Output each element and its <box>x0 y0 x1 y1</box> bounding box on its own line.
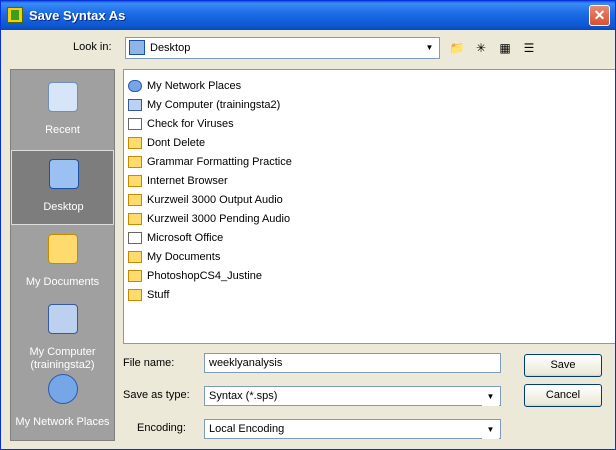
network-icon <box>128 80 142 93</box>
list-item[interactable]: Check for Viruses <box>128 116 234 132</box>
app-icon <box>128 118 142 131</box>
shortcut-icon <box>128 213 142 226</box>
app-icon <box>7 7 23 23</box>
list-item-label: Microsoft Office <box>147 232 224 244</box>
list-item-label: Check for Viruses <box>147 118 234 130</box>
encoding-label: Encoding: <box>137 422 186 434</box>
window-title: Save Syntax As <box>29 8 126 23</box>
chevron-down-icon[interactable]: ▼ <box>482 421 499 439</box>
list-item[interactable]: My Documents <box>128 249 220 265</box>
computer-icon <box>48 304 78 334</box>
list-item-label: My Computer (trainingsta2) <box>147 99 281 111</box>
lookin-dropdown[interactable]: Desktop ▼ <box>125 37 440 59</box>
lookin-value: Desktop <box>150 42 191 54</box>
place-my-computer[interactable]: My Computer (trainingsta2) <box>11 296 114 371</box>
list-item[interactable]: Microsoft Office <box>128 230 223 246</box>
view-thumbnails-icon[interactable]: ▦ <box>496 39 514 57</box>
network-icon <box>48 374 78 404</box>
list-item[interactable]: My Computer (trainingsta2) <box>128 97 280 113</box>
list-item[interactable]: Dont Delete <box>128 135 205 151</box>
folder-icon <box>128 137 142 150</box>
filename-input[interactable]: weeklyanalysis <box>204 353 501 373</box>
place-my-documents[interactable]: My Documents <box>11 226 114 301</box>
savetype-dropdown[interactable]: Syntax (*.sps) ▼ <box>204 386 501 406</box>
list-item[interactable]: PhotoshopCS4_Justine <box>128 268 262 284</box>
list-item[interactable]: My Network Places <box>128 78 241 94</box>
filename-value: weeklyanalysis <box>209 357 283 369</box>
place-label: Recent <box>45 124 80 136</box>
close-button[interactable]: ✕ <box>589 5 610 26</box>
file-list[interactable]: My Network Places My Computer (trainings… <box>123 69 615 344</box>
desktop-icon <box>129 40 145 55</box>
folder-icon <box>128 251 142 264</box>
list-item-label: PhotoshopCS4_Justine <box>147 270 262 282</box>
list-item-label: My Documents <box>147 251 221 263</box>
chevron-down-icon[interactable]: ▼ <box>482 388 499 406</box>
place-label: Desktop <box>43 201 84 213</box>
list-item[interactable]: Internet Browser <box>128 173 228 189</box>
up-folder-icon[interactable]: 📁 <box>448 39 466 57</box>
place-my-network[interactable]: My Network Places <box>11 366 114 441</box>
lookin-label: Look in: <box>73 41 112 53</box>
list-item-label: Kurzweil 3000 Output Audio <box>147 194 283 206</box>
title-bar: Save Syntax As ✕ <box>1 1 615 30</box>
computer-icon <box>128 99 142 112</box>
save-dialog: Save Syntax As ✕ Look in: Desktop ▼ 📁 ✳ … <box>0 0 616 450</box>
encoding-value: Local Encoding <box>209 423 285 435</box>
savetype-value: Syntax (*.sps) <box>209 390 278 402</box>
list-item[interactable]: Stuff <box>128 287 169 303</box>
new-folder-icon[interactable]: ✳ <box>472 39 490 57</box>
list-item-label: Grammar Formatting Practice <box>147 156 292 168</box>
shortcut-icon <box>128 232 142 245</box>
place-recent[interactable]: Recent <box>11 74 114 149</box>
folder-icon <box>128 156 142 169</box>
list-item[interactable]: Grammar Formatting Practice <box>128 154 292 170</box>
savetype-label: Save as type: <box>123 389 190 401</box>
cancel-button[interactable]: Cancel <box>524 384 602 407</box>
list-item-label: Dont Delete <box>147 137 206 149</box>
documents-folder-icon <box>48 234 78 264</box>
places-bar: Recent Desktop My Documents My Computer … <box>10 69 115 441</box>
recent-icon <box>48 82 78 112</box>
encoding-dropdown[interactable]: Local Encoding ▼ <box>204 419 501 439</box>
list-item-label: Internet Browser <box>147 175 228 187</box>
filename-label: File name: <box>123 357 175 369</box>
list-item[interactable]: Kurzweil 3000 Pending Audio <box>128 211 290 227</box>
place-label: My Network Places <box>15 416 110 428</box>
chevron-down-icon[interactable]: ▼ <box>421 39 438 57</box>
folder-icon <box>128 270 142 283</box>
desktop-icon <box>49 159 79 189</box>
place-desktop[interactable]: Desktop <box>11 150 114 225</box>
list-item[interactable]: Kurzweil 3000 Output Audio <box>128 192 283 208</box>
folder-icon <box>128 289 142 302</box>
shortcut-icon <box>128 194 142 207</box>
save-button[interactable]: Save <box>524 354 602 377</box>
view-details-icon[interactable]: ☰ <box>520 39 538 57</box>
list-item-label: My Network Places <box>147 80 242 92</box>
folder-icon <box>128 175 142 188</box>
list-item-label: Stuff <box>147 289 170 301</box>
list-item-label: Kurzweil 3000 Pending Audio <box>147 213 291 225</box>
place-label: My Documents <box>25 276 100 288</box>
